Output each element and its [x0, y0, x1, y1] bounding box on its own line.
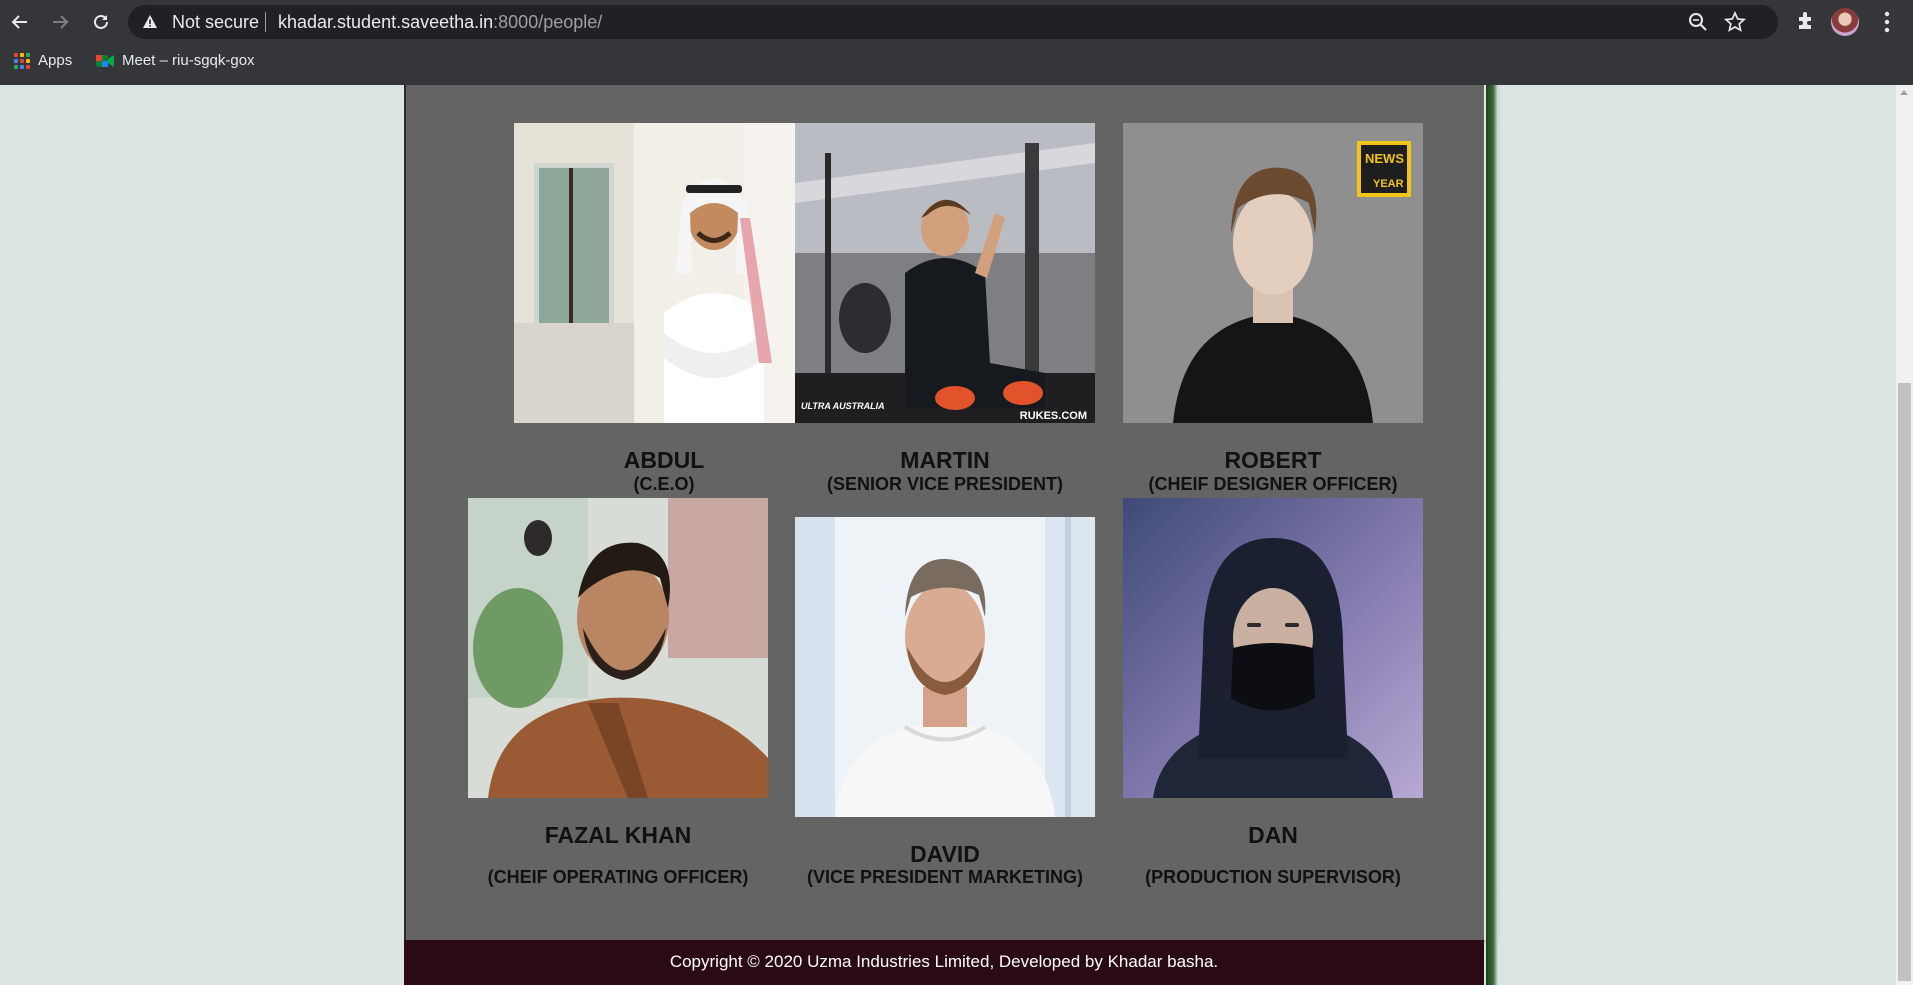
- back-button[interactable]: [8, 10, 32, 34]
- portrait-image: NEWS YEAR: [1123, 123, 1423, 423]
- person-name: ABDUL: [623, 447, 705, 473]
- apps-grid-icon: [14, 52, 30, 69]
- browser-chrome: Not secure khadar.student.saveetha.in:80…: [0, 0, 1913, 85]
- photo-robert: NEWS YEAR: [1123, 123, 1423, 423]
- portrait-image: [1123, 498, 1423, 798]
- photo-martin: RUKES.COM ULTRA AUSTRALIA: [795, 123, 1095, 423]
- browser-toolbar: Not secure khadar.student.saveetha.in:80…: [0, 0, 1913, 44]
- portrait-image: RUKES.COM ULTRA AUSTRALIA: [795, 123, 1095, 423]
- photo-fazal-khan: [468, 498, 768, 798]
- google-meet-icon: [96, 54, 114, 67]
- bookmark-label: Apps: [38, 52, 73, 69]
- scroll-thumb[interactable]: [1898, 383, 1911, 981]
- url-text[interactable]: khadar.student.saveetha.in:8000/people/: [278, 12, 602, 33]
- address-separator: [265, 12, 266, 32]
- security-label[interactable]: Not secure: [172, 12, 259, 33]
- person-role: (CHEIF OPERATING OFFICER): [487, 867, 749, 887]
- bookmark-meet[interactable]: Meet – riu-sgqk-gox: [96, 52, 255, 69]
- portrait-image: [795, 517, 1095, 817]
- person-role: (VICE PRESIDENT MARKETING): [806, 867, 1083, 887]
- bookmark-star-icon[interactable]: [1724, 11, 1746, 33]
- photo-caption: RUKES.COM: [1020, 410, 1087, 422]
- photo-david: [795, 517, 1095, 817]
- person-name: ROBERT: [1224, 447, 1322, 473]
- arrow-right-icon: [53, 15, 69, 29]
- address-bar[interactable]: Not secure khadar.student.saveetha.in:80…: [128, 5, 1778, 39]
- extensions-icon[interactable]: [1795, 9, 1817, 31]
- scroll-up-arrow-icon[interactable]: [1900, 90, 1908, 95]
- person-name: DAN: [1248, 822, 1298, 848]
- photo-logo: ULTRA AUSTRALIA: [801, 401, 885, 411]
- person-role: (CHEIF DESIGNER OFFICER): [1148, 474, 1398, 494]
- person-name: MARTIN: [900, 447, 990, 473]
- person-name: FAZAL KHAN: [544, 822, 692, 848]
- person-name: DAVID: [910, 841, 980, 867]
- person-role: (PRODUCTION SUPERVISOR): [1145, 867, 1401, 887]
- bookmarks-bar: Apps Meet – riu-sgqk-gox: [0, 44, 1913, 85]
- bookmark-label: Meet – riu-sgqk-gox: [122, 52, 255, 69]
- people-panel: ABDUL (C.E.O) RUKES.COM ULTRA AUSTRALIA: [404, 85, 1486, 940]
- portrait-image: [514, 123, 814, 423]
- page-scrollbar[interactable]: [1896, 85, 1913, 985]
- url-host: khadar.student.saveetha.in: [278, 12, 494, 32]
- kebab-menu-icon[interactable]: [1876, 9, 1898, 35]
- reload-button[interactable]: [89, 10, 113, 34]
- reload-icon: [94, 14, 108, 29]
- bookmark-apps[interactable]: Apps: [14, 52, 72, 69]
- warning-icon: [143, 15, 157, 28]
- site-footer: Copyright © 2020 Uzma Industries Limited…: [404, 940, 1484, 985]
- zoom-icon[interactable]: [1688, 12, 1708, 32]
- photo-abdul: [514, 123, 814, 423]
- page-viewport: ABDUL (C.E.O) RUKES.COM ULTRA AUSTRALIA: [0, 85, 1896, 985]
- footer-copyright: Copyright © 2020 Uzma Industries Limited…: [669, 952, 1219, 971]
- portrait-image: [468, 498, 768, 798]
- panel-shadow: [1486, 85, 1498, 985]
- photo-dan: [1123, 498, 1423, 798]
- arrow-left-icon: [11, 15, 27, 29]
- url-path: :8000/people/: [493, 12, 603, 32]
- person-role: (SENIOR VICE PRESIDENT): [826, 474, 1064, 494]
- forward-button[interactable]: [48, 10, 72, 34]
- badge-text-bottom: YEAR: [1373, 178, 1404, 190]
- profile-avatar[interactable]: [1831, 8, 1859, 36]
- badge-text-top: NEWS: [1365, 151, 1404, 166]
